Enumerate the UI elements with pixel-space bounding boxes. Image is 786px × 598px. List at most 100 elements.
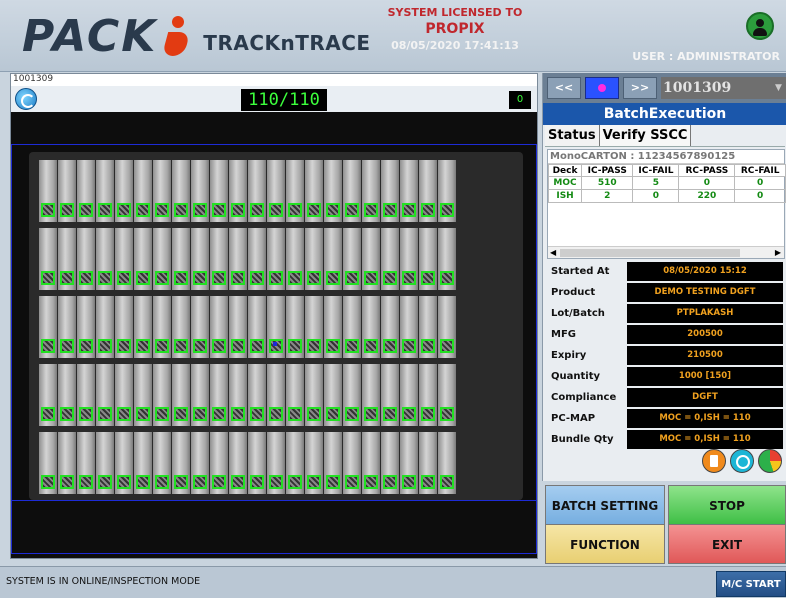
carton-cell (248, 160, 266, 222)
logo-subtext: TRACKnTRACE (203, 31, 371, 55)
datamatrix-code (326, 407, 340, 421)
carton-cell (324, 364, 342, 426)
datamatrix-code (383, 339, 397, 353)
carton-cell (210, 296, 228, 358)
datamatrix-code (212, 339, 226, 353)
datamatrix-code (60, 475, 74, 489)
datamatrix-code (345, 203, 359, 217)
info-row: Lot/Batch PTPLAKASH (547, 303, 785, 324)
batch-select[interactable]: 1001309 ▼ (661, 77, 786, 99)
carton-cell (115, 364, 133, 426)
tab-verify-sscc[interactable]: Verify SSCC (599, 125, 692, 146)
mc-start-button[interactable]: M/C START (716, 571, 786, 597)
table-cell: 220 (678, 189, 736, 203)
info-row: PC-MAP MOC = 0,ISH = 110 (547, 408, 785, 429)
report-icon[interactable] (702, 449, 726, 473)
datamatrix-code (364, 407, 378, 421)
carton-cell (58, 432, 76, 494)
datamatrix-code (402, 339, 416, 353)
horizontal-scrollbar[interactable]: ◀ ▶ (548, 246, 784, 258)
carton-cell (324, 296, 342, 358)
carton-row (39, 228, 456, 290)
datamatrix-code (345, 475, 359, 489)
datamatrix-code (117, 271, 131, 285)
carton-cell (39, 228, 57, 290)
current-indicator-button[interactable] (585, 77, 619, 99)
datamatrix-code (60, 407, 74, 421)
datamatrix-code (98, 407, 112, 421)
inspection-counter: 110/110 (241, 89, 327, 111)
camera-toolbar: 110/110 0 (11, 86, 537, 112)
carton-cell (229, 364, 247, 426)
user-avatar-icon[interactable] (746, 12, 774, 40)
table-cell: 0 (632, 189, 680, 203)
datamatrix-code (174, 271, 188, 285)
refresh-camera-icon[interactable] (15, 88, 37, 110)
product-value: DEMO TESTING DGFT (627, 283, 783, 302)
expiry-label: Expiry (551, 350, 587, 361)
carton-row (39, 296, 456, 358)
carton-cell (210, 160, 228, 222)
scroll-right-icon[interactable]: ▶ (775, 248, 781, 257)
carton-cell (172, 364, 190, 426)
table-cell: MOC (547, 176, 583, 190)
scroll-thumb[interactable] (560, 249, 740, 257)
datamatrix-code (402, 271, 416, 285)
carton-cell (362, 364, 380, 426)
scroll-left-icon[interactable]: ◀ (550, 248, 556, 257)
table-row[interactable]: MOC 510 5 0 0 (547, 176, 786, 190)
datamatrix-code (440, 203, 454, 217)
datamatrix-code (212, 271, 226, 285)
batch-setting-button[interactable]: BATCH SETTING (545, 485, 665, 525)
carton-cell (362, 296, 380, 358)
batch-info: Started At 08/05/2020 15:12 Product DEMO… (547, 261, 785, 450)
datamatrix-code (345, 407, 359, 421)
license-block: SYSTEM LICENSED TO PROPIX 08/05/2020 17:… (370, 6, 540, 52)
carton-cell (438, 296, 456, 358)
carton-cell (381, 296, 399, 358)
carton-cell (77, 432, 95, 494)
prev-button[interactable]: << (547, 77, 581, 99)
info-row: Started At 08/05/2020 15:12 (547, 261, 785, 282)
pc-map-value: MOC = 0,ISH = 110 (627, 409, 783, 428)
stop-button[interactable]: STOP (668, 485, 786, 525)
datamatrix-code (117, 407, 131, 421)
batch-select-value: 1001309 (663, 80, 732, 96)
carton-cell (115, 228, 133, 290)
tab-bar: Status Verify SSCC (545, 125, 785, 147)
datamatrix-code (231, 203, 245, 217)
carton-cell (419, 364, 437, 426)
datamatrix-code (155, 407, 169, 421)
datamatrix-code (98, 475, 112, 489)
datamatrix-code (117, 339, 131, 353)
reject-counter: 0 (509, 91, 531, 109)
datamatrix-code (307, 407, 321, 421)
pie-chart-icon[interactable] (758, 449, 782, 473)
carton-cell (400, 228, 418, 290)
datamatrix-code (193, 203, 207, 217)
next-button[interactable]: >> (623, 77, 657, 99)
datamatrix-code (136, 407, 150, 421)
datamatrix-code (174, 475, 188, 489)
info-row: Compliance DGFT (547, 387, 785, 408)
datamatrix-code (383, 475, 397, 489)
datamatrix-code (288, 475, 302, 489)
table-cell: 2 (581, 189, 634, 203)
carton-cell (58, 296, 76, 358)
table-row[interactable]: ISH 2 0 220 0 (547, 189, 786, 203)
function-button[interactable]: FUNCTION (545, 524, 665, 564)
datamatrix-code (383, 271, 397, 285)
tab-status[interactable]: Status (545, 125, 600, 146)
exit-button[interactable]: EXIT (668, 524, 786, 564)
datamatrix-code (41, 203, 55, 217)
info-row: MFG 200500 (547, 324, 785, 345)
carton-cell (191, 160, 209, 222)
datamatrix-code (364, 475, 378, 489)
carton-cell (267, 160, 285, 222)
settings-circle-icon[interactable] (730, 449, 754, 473)
info-row: Product DEMO TESTING DGFT (547, 282, 785, 303)
carton-cell (115, 296, 133, 358)
datamatrix-code (193, 271, 207, 285)
datamatrix-code (250, 271, 264, 285)
datamatrix-code (212, 475, 226, 489)
